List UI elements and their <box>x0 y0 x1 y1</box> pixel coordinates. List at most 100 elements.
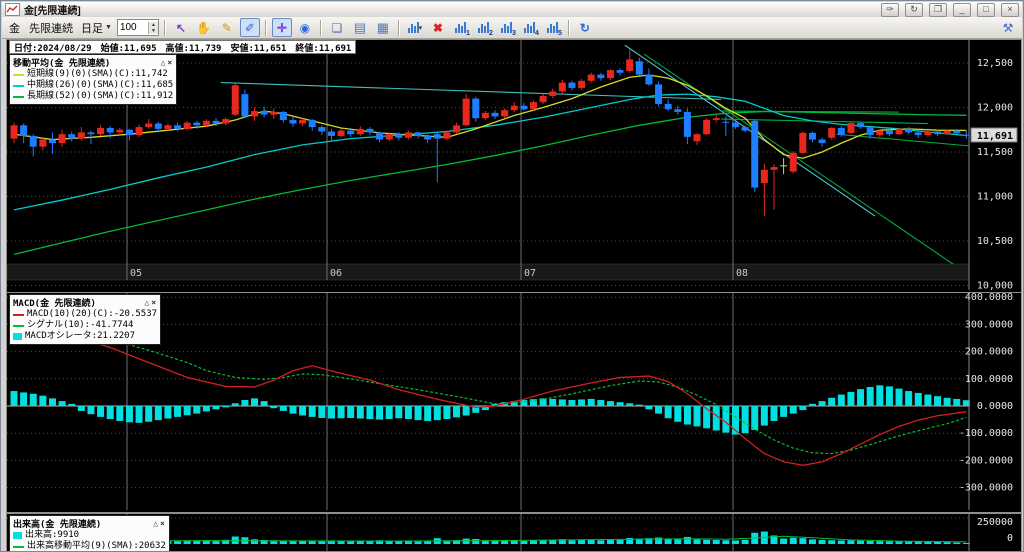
legend-label: 中期線(26)(0)(SMA)(C):11,685 <box>27 80 174 90</box>
app-icon <box>5 3 20 16</box>
svg-text:10,000: 10,000 <box>977 281 1013 291</box>
info-low: 安値:11,651 <box>230 43 287 54</box>
spin-down-icon[interactable]: ▼ <box>149 28 158 34</box>
svg-text:-200.0000: -200.0000 <box>959 455 1013 466</box>
legend-item: 出来高:9910 <box>13 530 166 541</box>
svg-text:06: 06 <box>330 268 342 279</box>
reload-button[interactable]: ↻ <box>905 2 923 17</box>
svg-text:10,500: 10,500 <box>977 236 1013 247</box>
legend-swatch <box>13 84 24 87</box>
indicator-slot-5-button[interactable]: 5 <box>543 18 563 37</box>
legend-close-icon[interactable]: × <box>150 298 157 307</box>
grid-dense-button[interactable]: ▦ <box>373 18 393 37</box>
bar-chart-icon <box>547 22 559 33</box>
maximize-button[interactable]: □ <box>977 2 995 17</box>
info-close: 終値:11,691 <box>295 43 352 54</box>
legend-minimize-icon[interactable]: △ <box>143 298 150 307</box>
toolbar: 金 先限連続 日足 ▼ 100 ▲ ▼ ↖ ✋ ✎ ✐ ✛ ◉ ❏ ▤ ▦ ▾ … <box>2 17 1022 39</box>
legend-label: 短期線(9)(0)(SMA)(C):11,742 <box>27 69 168 79</box>
chart-window: 金[先限連続] ✑ ↻ ❐ _ □ × 金 先限連続 日足 ▼ 100 ▲ ▼ … <box>0 0 1024 552</box>
pencil-draw-button[interactable]: ✎ <box>217 18 237 37</box>
pencil-icon: ✎ <box>221 20 232 35</box>
line-draw-button[interactable]: ✐ <box>239 18 260 37</box>
svg-text:200.0000: 200.0000 <box>965 347 1013 358</box>
svg-text:0.0000: 0.0000 <box>977 401 1013 412</box>
delete-x-icon: ✖ <box>432 20 443 35</box>
toolbar-separator <box>319 19 322 36</box>
legend-label: 長期線(52)(0)(SMA)(C):11,912 <box>27 91 174 101</box>
svg-text:11,000: 11,000 <box>977 192 1013 203</box>
ma-legend-box[interactable]: 移動平均(金 先限連続) △ × 短期線(9)(0)(SMA)(C):11,74… <box>9 54 178 105</box>
svg-text:11,500: 11,500 <box>977 147 1013 158</box>
legend-label: MACDオシレータ:21.2207 <box>25 331 136 341</box>
legend-swatch <box>13 324 24 327</box>
legend-minimize-icon[interactable]: △ <box>152 519 159 528</box>
bar-chart-icon <box>455 22 467 33</box>
svg-text:12,500: 12,500 <box>977 58 1013 69</box>
indicator-slot-2-button[interactable]: 2 <box>474 18 494 37</box>
titlebar[interactable]: 金[先限連続] ✑ ↻ ❐ _ □ × <box>2 2 1022 18</box>
macd-legend-box[interactable]: MACD(金 先限連続) △ × MACD(10)(20)(C):-20.553… <box>9 294 162 345</box>
indicator-menu-button[interactable]: ▾ <box>405 18 425 37</box>
svg-text:-300.0000: -300.0000 <box>959 483 1013 494</box>
legend-label: シグナル(10):-41.7744 <box>27 320 134 330</box>
minimize-button[interactable]: _ <box>953 2 971 17</box>
legend-item: 短期線(9)(0)(SMA)(C):11,742 <box>13 69 173 80</box>
bar-chart-icon <box>524 22 536 33</box>
info-high: 高値:11,739 <box>165 43 222 54</box>
bar-chart-icon <box>407 22 419 33</box>
bar-chart-icon <box>501 22 513 33</box>
pan-hand-button[interactable]: ✋ <box>194 18 214 37</box>
bar-chart-icon <box>478 22 490 33</box>
contract-label: 先限連続 <box>29 22 73 35</box>
bar-count-value: 100 <box>119 22 137 33</box>
chevron-down-icon: ▾ <box>418 24 423 32</box>
refresh-data-button[interactable]: ↻ <box>575 18 595 37</box>
legend-close-icon[interactable]: × <box>166 58 173 67</box>
remove-indicator-button[interactable]: ✖ <box>428 18 448 37</box>
bar-count-spinner[interactable]: 100 ▲ ▼ <box>116 19 159 36</box>
svg-text:0: 0 <box>1007 533 1013 544</box>
legend-minimize-icon[interactable]: △ <box>160 58 167 67</box>
legend-swatch <box>13 73 24 76</box>
cursor-icon: ↖ <box>175 20 186 35</box>
timeframe-dropdown[interactable]: 日足 ▼ <box>79 20 114 36</box>
svg-text:12,000: 12,000 <box>977 103 1013 114</box>
select-cursor-button[interactable]: ↖ <box>171 18 191 37</box>
volume-legend-box[interactable]: 出来高(金 先限連続) △ × 出来高:9910 出来高移動平均(9)(SMA):… <box>9 515 170 551</box>
duplicate-window-button[interactable]: ❐ <box>929 2 947 17</box>
pin-button[interactable]: ✑ <box>881 2 899 17</box>
grid-icon: ▤ <box>353 19 367 35</box>
new-chart-button[interactable]: ❏ <box>327 18 347 37</box>
crosshair-button[interactable]: ✛ <box>271 18 292 37</box>
legend-swatch <box>13 545 24 548</box>
toolbar-separator <box>264 19 267 36</box>
window-title: 金[先限連続] <box>24 6 81 17</box>
indicator-slot-3-button[interactable]: 3 <box>497 18 517 37</box>
grid-lines-button[interactable]: ▤ <box>350 18 370 37</box>
wrench-icon: ⚒ <box>1002 20 1014 35</box>
last-price-tag: 11,691 <box>977 131 1013 142</box>
toolbar-separator <box>397 19 400 36</box>
symbol-label: 金 <box>9 22 20 35</box>
indicator-slot-1-button[interactable]: 1 <box>451 18 471 37</box>
legend-close-icon[interactable]: × <box>159 519 166 528</box>
info-date: 日付:2024/08/29 <box>14 43 92 54</box>
legend-item: 長期線(52)(0)(SMA)(C):11,912 <box>13 91 173 102</box>
line-draw-icon: ✐ <box>244 20 255 35</box>
close-button[interactable]: × <box>1001 2 1019 17</box>
legend-swatch <box>13 95 24 98</box>
indicator-slot-4-button[interactable]: 4 <box>520 18 540 37</box>
settings-wrench-button[interactable]: ⚒ <box>998 18 1018 37</box>
ma-legend-title: 移動平均(金 先限連続) <box>13 59 111 69</box>
svg-text:250000: 250000 <box>977 517 1013 528</box>
svg-text:05: 05 <box>130 268 142 279</box>
svg-text:07: 07 <box>524 268 536 279</box>
legend-label: 出来高:9910 <box>25 530 80 540</box>
legend-label: 出来高移動平均(9)(SMA):20632 <box>27 541 166 551</box>
svg-text:100.0000: 100.0000 <box>965 374 1013 385</box>
navigate-button[interactable]: ◉ <box>295 18 315 37</box>
legend-item: シグナル(10):-41.7744 <box>13 320 157 331</box>
legend-swatch <box>13 333 22 340</box>
toolbar-separator <box>567 19 570 36</box>
